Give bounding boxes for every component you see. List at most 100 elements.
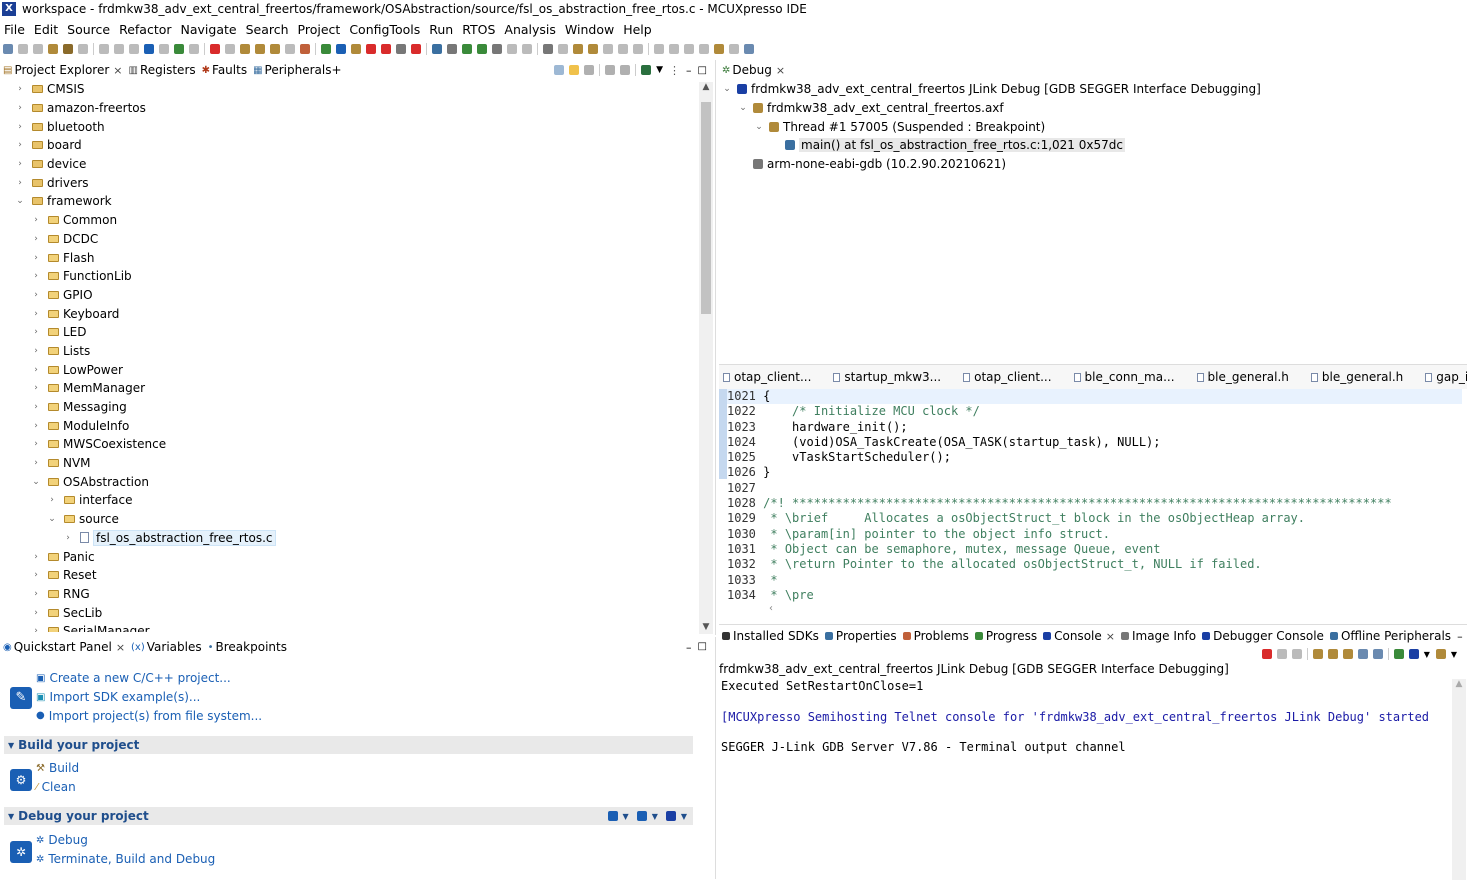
export-icon[interactable]	[641, 65, 652, 75]
editor-tab[interactable]: gap_interface.h	[1425, 370, 1467, 384]
chevron-right-icon[interactable]: ›	[14, 178, 26, 188]
toolbar-action-icon[interactable]	[492, 44, 502, 54]
bottom-tab[interactable]: Properties	[824, 629, 897, 643]
tree-item[interactable]: › Keyboard	[14, 304, 694, 323]
toolbar-action-icon[interactable]	[588, 44, 598, 54]
debug-tree-item[interactable]: ⌄ frdmkw38_adv_ext_central_freertos JLink…	[721, 80, 1461, 99]
toolbar-action-icon[interactable]	[48, 44, 58, 54]
toolbar-action-icon[interactable]	[411, 44, 421, 54]
console-scrollbar[interactable]: ▲	[1452, 679, 1466, 880]
link-import-filesystem[interactable]: ● Import project(s) from file system...	[36, 706, 262, 725]
chevron-right-icon[interactable]: ›	[30, 271, 42, 281]
chevron-down-icon[interactable]: ▼	[681, 812, 687, 821]
chevron-right-icon[interactable]: ›	[30, 365, 42, 375]
toolbar-action-icon[interactable]	[633, 44, 643, 54]
new-console-icon[interactable]	[1435, 649, 1446, 659]
menu-file[interactable]: File	[4, 22, 25, 37]
editor-tab[interactable]: ble_general.h	[1196, 370, 1289, 384]
menu-window[interactable]: Window	[565, 22, 614, 37]
menu-search[interactable]: Search	[246, 22, 289, 37]
tab-debug[interactable]: ✲ Debug ×	[722, 63, 785, 77]
menu-rtos[interactable]: RTOS	[462, 22, 495, 37]
tab-breakpoints[interactable]: • Breakpoints	[208, 640, 287, 654]
menu-help[interactable]: Help	[623, 22, 652, 37]
scrollbar-thumb[interactable]	[701, 102, 711, 314]
chevron-right-icon[interactable]: ›	[62, 533, 74, 543]
toolbar-action-icon[interactable]	[654, 44, 664, 54]
toolbar-action-icon[interactable]	[285, 44, 295, 54]
scroll-left-icon[interactable]: ‹	[769, 603, 773, 614]
menu-refactor[interactable]: Refactor	[119, 22, 171, 37]
tree-item[interactable]: › CMSIS	[14, 80, 694, 99]
editor-tab[interactable]: otap_client...	[963, 370, 1052, 384]
tree-item[interactable]: › Messaging	[14, 398, 694, 417]
chevron-right-icon[interactable]: ›	[30, 626, 42, 632]
toolbar-action-icon[interactable]	[522, 44, 532, 54]
toolbar-action-icon[interactable]	[99, 44, 109, 54]
toolbar-action-icon[interactable]	[669, 44, 679, 54]
chevron-down-icon[interactable]: ⌄	[14, 196, 26, 206]
code-area[interactable]: 1021 {1022 /* Initialize MCU clock */102…	[727, 389, 1462, 611]
chevron-right-icon[interactable]: ›	[46, 495, 58, 505]
chevron-right-icon[interactable]: ›	[30, 608, 42, 618]
menu-run[interactable]: Run	[429, 22, 453, 37]
chevron-right-icon[interactable]: ›	[30, 421, 42, 431]
chevron-right-icon[interactable]: ›	[30, 383, 42, 393]
chevron-right-icon[interactable]: ›	[14, 84, 26, 94]
tree-item[interactable]: › device	[14, 155, 694, 174]
tree-item[interactable]: › ModuleInfo	[14, 416, 694, 435]
editor-tab[interactable]: startup_mkw3...	[833, 370, 941, 384]
bottom-tab[interactable]: Problems	[902, 629, 969, 643]
menu-navigate[interactable]: Navigate	[181, 22, 237, 37]
console-output[interactable]: Executed SetRestartOnClose=1 [MCUXpresso …	[721, 679, 1451, 869]
filter-icon[interactable]	[584, 65, 595, 75]
chevron-right-icon[interactable]: ›	[30, 458, 42, 468]
toolbar-action-icon[interactable]	[3, 44, 13, 54]
toolbar-action-icon[interactable]	[336, 44, 346, 54]
tree-item[interactable]: › Flash	[14, 248, 694, 267]
toolbar-action-icon[interactable]	[744, 44, 754, 54]
debug-tree-item[interactable]: arm-none-eabi-gdb (10.2.90.20210621)	[721, 155, 1461, 174]
chevron-down-icon[interactable]: ▼	[623, 812, 629, 821]
build-section-header[interactable]: ▼ Build your project	[4, 736, 693, 754]
toolbar-action-icon[interactable]	[159, 44, 169, 54]
link-terminate-build-debug[interactable]: ✲ Terminate, Build and Debug	[36, 850, 215, 869]
chevron-right-icon[interactable]: ›	[14, 159, 26, 169]
chevron-right-icon[interactable]: ›	[30, 439, 42, 449]
tree-item[interactable]: › LowPower	[14, 360, 694, 379]
tree-item[interactable]: › board	[14, 136, 694, 155]
terminate-icon[interactable]	[1261, 649, 1272, 659]
toolbar-action-icon[interactable]	[174, 44, 184, 54]
link-import-sdk[interactable]: ▣ Import SDK example(s)...	[36, 688, 262, 707]
menu-analysis[interactable]: Analysis	[504, 22, 556, 37]
chevron-down-icon[interactable]: ⌄	[46, 514, 58, 524]
menu-project[interactable]: Project	[298, 22, 341, 37]
chevron-down-icon[interactable]: ▼	[652, 812, 658, 821]
remove-launch-icon[interactable]	[1276, 649, 1287, 659]
toolbar-action-icon[interactable]	[351, 44, 361, 54]
menu-configtools[interactable]: ConfigTools	[349, 22, 420, 37]
toolbar-action-icon[interactable]	[396, 44, 406, 54]
menu-source[interactable]: Source	[67, 22, 110, 37]
remove-all-icon[interactable]	[1291, 649, 1302, 659]
view-menu-icon[interactable]	[605, 65, 616, 75]
tree-item[interactable]: › bluetooth	[14, 117, 694, 136]
close-icon[interactable]: ×	[1106, 630, 1115, 643]
toolbar-action-icon[interactable]	[447, 44, 457, 54]
toolbar-action-icon[interactable]	[78, 44, 88, 54]
debug-section-header[interactable]: ▼ Debug your project ▼ ▼ ▼	[4, 807, 693, 825]
toolbar-action-icon[interactable]	[381, 44, 391, 54]
toolbar-action-icon[interactable]	[270, 44, 280, 54]
probe-icon[interactable]	[607, 811, 618, 821]
scroll-up-icon[interactable]: ▲	[699, 82, 713, 92]
monitor-icon[interactable]	[1408, 649, 1419, 659]
bottom-tab[interactable]: Console ×	[1043, 629, 1115, 643]
bottom-tab[interactable]: Progress	[974, 629, 1037, 643]
tree-item[interactable]: › RNG	[14, 585, 694, 604]
menu-edit[interactable]: Edit	[34, 22, 58, 37]
tab-variables[interactable]: (x) Variables	[131, 640, 202, 654]
word-wrap-icon[interactable]	[1327, 649, 1338, 659]
toolbar-action-icon[interactable]	[144, 44, 154, 54]
toolbar-action-icon[interactable]	[240, 44, 250, 54]
chevron-down-icon[interactable]: ▼	[1424, 650, 1430, 659]
